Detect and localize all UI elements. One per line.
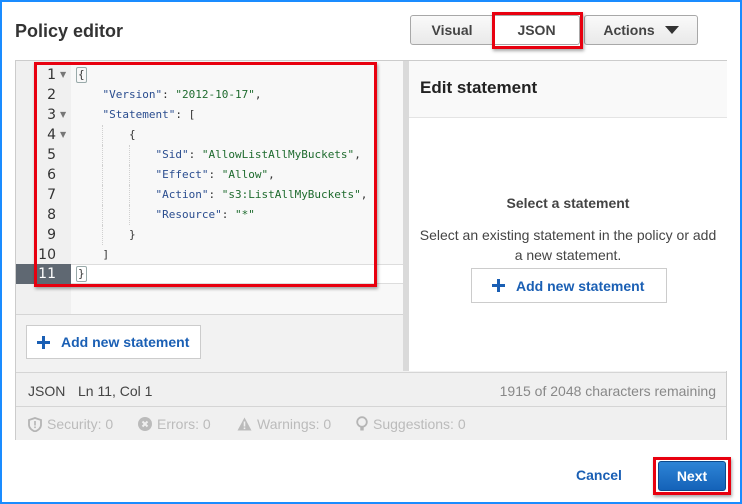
json-value: "*" (234, 208, 255, 221)
fold-arrow-icon[interactable]: ▼ (60, 65, 66, 85)
code-line: 4 ▼ { (16, 125, 403, 145)
line-number: 8 (47, 207, 56, 223)
code-line: 5 "Sid": "AllowListAllMyBuckets", (47, 145, 361, 165)
add-new-statement-label: Add new statement (516, 277, 645, 294)
line-number: 6 (47, 167, 56, 183)
editor-mode-toggle: Visual JSON Actions (410, 15, 698, 45)
shield-icon (28, 416, 42, 432)
code-line: 3 ▼ "Statement": [ (47, 105, 196, 125)
line-number: 10 (38, 247, 56, 263)
code-line: 8 "Resource": "*" (47, 205, 255, 225)
line-number: 5 (47, 147, 56, 163)
add-new-statement-button[interactable]: Add new statement (26, 325, 201, 359)
lightbulb-icon (356, 416, 368, 432)
policy-editor-panel: 1 ▼ { 2 "Version": "2012-10-17", 3 ▼ "Stat… (15, 60, 727, 440)
description-line: Select an existing statement in the poli… (419, 227, 717, 243)
code-token: { (76, 67, 87, 83)
edit-statement-title: Edit statement (409, 61, 727, 118)
next-button[interactable]: Next (658, 461, 726, 491)
page-title: Policy editor (15, 21, 124, 41)
json-key: "Effect" (155, 168, 209, 181)
policy-validation-bar: Security: 0 Errors: 0 Warnings: 0 Sugges… (16, 407, 726, 440)
code-token: } (128, 228, 136, 241)
code-token: ] (102, 248, 110, 261)
json-code-editor[interactable]: 1 ▼ { 2 "Version": "2012-10-17", 3 ▼ "Stat… (16, 61, 403, 315)
line-number: 11 (38, 266, 56, 282)
tab-visual[interactable]: Visual (410, 15, 494, 45)
code-line: 2 "Version": "2012-10-17", (47, 87, 262, 103)
json-key: "Action" (155, 188, 209, 201)
edit-statement-pane: Edit statement Select a statement Select… (409, 61, 727, 371)
description-line: a new statement. (514, 247, 622, 263)
code-line: 1 ▼ { (16, 65, 403, 85)
json-key: "Version" (102, 88, 163, 101)
editor-status-bar: JSON Ln 11, Col 1 1915 of 2048 character… (16, 372, 726, 407)
code-line: 9 } (16, 225, 403, 245)
code-token: } (76, 266, 87, 282)
error-circle-icon (138, 417, 152, 431)
cancel-button[interactable]: Cancel (576, 467, 622, 483)
warnings-count: Warnings: 0 (257, 416, 332, 432)
errors-check[interactable]: Errors: 0 (138, 416, 211, 432)
json-value: "2012-10-17" (175, 88, 255, 101)
add-new-statement-button-secondary[interactable]: Add new statement (471, 268, 667, 303)
line-number: 2 (47, 87, 56, 103)
plus-icon (37, 335, 50, 349)
json-key: "Statement" (102, 108, 176, 121)
caret-down-icon (664, 26, 679, 34)
line-number: 3 (47, 107, 56, 123)
select-statement-description: Select an existing statement in the poli… (409, 225, 727, 265)
code-token: { (128, 128, 136, 141)
line-number: 4 (47, 127, 56, 143)
errors-count: Errors: 0 (157, 416, 211, 432)
line-number: 9 (47, 227, 56, 243)
fold-arrow-icon[interactable]: ▼ (60, 125, 66, 145)
security-check[interactable]: Security: 0 (28, 416, 113, 432)
language-indicator: JSON (28, 383, 66, 399)
json-value: "Allow" (221, 168, 269, 181)
cursor-position: Ln 11, Col 1 (78, 383, 153, 399)
suggestions-check[interactable]: Suggestions: 0 (356, 416, 466, 432)
warnings-check[interactable]: Warnings: 0 (237, 416, 331, 432)
json-key: "Sid" (155, 148, 189, 161)
json-value: "s3:ListAllMyBuckets" (221, 188, 361, 201)
actions-dropdown[interactable]: Actions (584, 15, 698, 45)
json-key: "Resource" (155, 208, 222, 221)
fold-arrow-icon[interactable]: ▼ (60, 105, 66, 125)
json-value: "AllowListAllMyBuckets" (201, 148, 355, 161)
actions-label: Actions (603, 22, 655, 38)
line-number: 7 (47, 187, 56, 203)
characters-remaining: 1915 of 2048 characters remaining (499, 383, 716, 399)
code-line: 10 ] (16, 245, 403, 265)
code-line: 7 "Action": "s3:ListAllMyBuckets", (47, 185, 368, 205)
add-new-statement-label: Add new statement (61, 334, 190, 350)
line-number: 1 (47, 67, 56, 83)
warning-triangle-icon (237, 417, 252, 431)
plus-icon (492, 279, 505, 292)
security-count: Security: 0 (47, 416, 114, 432)
select-statement-heading: Select a statement (506, 195, 630, 211)
code-line-active: 11 } (16, 264, 403, 284)
code-token: [ (188, 108, 196, 121)
code-line: 6 "Effect": "Allow", (47, 165, 275, 185)
tab-json[interactable]: JSON (494, 15, 580, 45)
suggestions-count: Suggestions: 0 (373, 416, 466, 432)
